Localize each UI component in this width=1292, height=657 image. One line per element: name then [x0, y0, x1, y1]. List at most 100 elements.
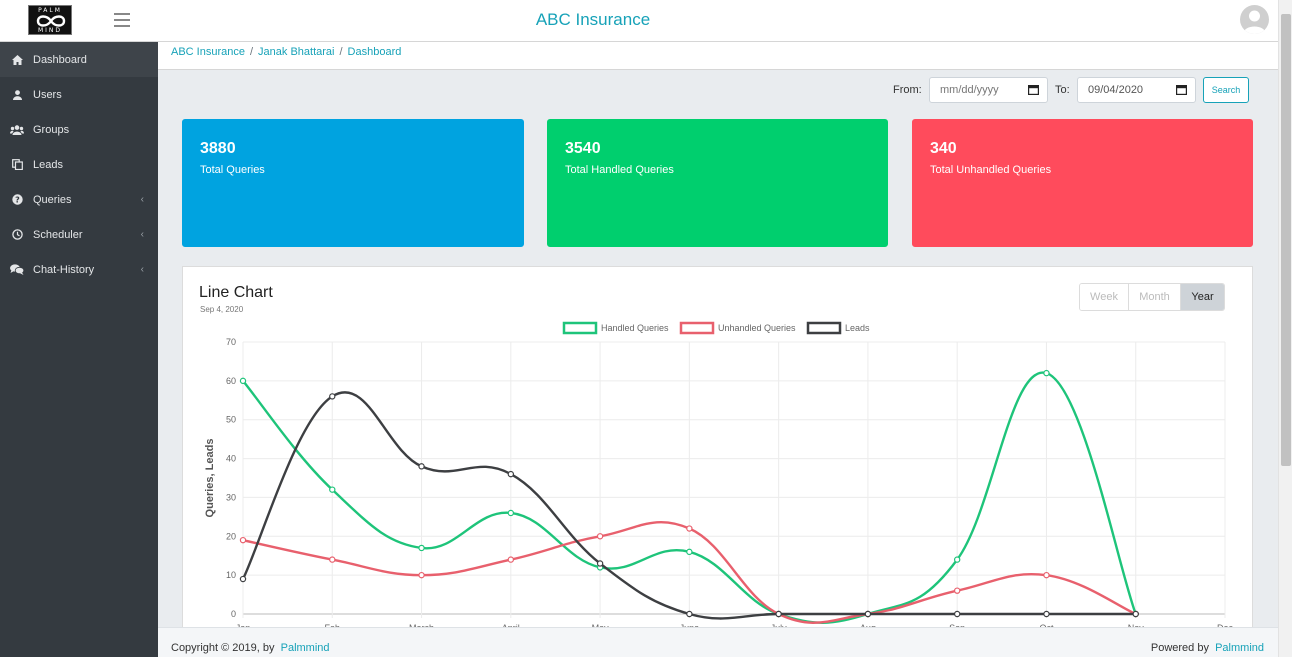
y-tick-label: 0	[231, 609, 236, 619]
sidebar-item-groups[interactable]: Groups	[0, 112, 158, 147]
svg-text:?: ?	[15, 195, 20, 204]
calendar-icon[interactable]	[1028, 84, 1040, 98]
data-point	[507, 556, 515, 563]
line-chart-panel: Line Chart Sep 4, 2020 Week Month Year 0…	[182, 266, 1253, 657]
data-point	[953, 556, 961, 563]
line-chart: 010203040506070JanFebMarchAprilMayJuneJu…	[204, 321, 1233, 633]
data-point	[329, 393, 336, 400]
data-point	[1043, 610, 1050, 618]
data-point	[775, 610, 782, 618]
y-tick-label: 60	[226, 376, 236, 386]
breadcrumb-link-dashboard[interactable]: Dashboard	[348, 46, 402, 58]
copyright-text: Copyright © 2019, by	[171, 642, 275, 654]
from-date-input[interactable]: mm/dd/yyyy	[929, 77, 1048, 103]
data-point	[596, 560, 604, 567]
data-point	[418, 463, 425, 470]
comments-icon	[10, 263, 24, 277]
breadcrumb-separator: /	[249, 46, 254, 58]
home-icon	[10, 53, 24, 67]
legend-label: Leads	[845, 323, 870, 333]
y-axis-label: Queries, Leads	[204, 439, 216, 518]
data-point	[418, 571, 425, 579]
data-point	[686, 525, 693, 532]
footer-powered-link[interactable]: Palmmind	[1215, 642, 1264, 654]
sidebar-item-dashboard[interactable]: Dashboard	[0, 42, 158, 77]
y-tick-label: 30	[226, 492, 236, 502]
data-point	[686, 548, 693, 556]
sidebar: Dashboard Users Groups Leads ? Queries ‹…	[0, 42, 158, 657]
data-point	[1043, 369, 1050, 377]
data-point	[864, 610, 872, 618]
card-value: 340	[930, 140, 957, 157]
unhandled-queries-card: 340 Total Unhandled Queries	[912, 119, 1253, 247]
to-label: To:	[1055, 84, 1070, 96]
footer-company-link[interactable]: Palmmind	[281, 642, 330, 654]
data-point	[239, 377, 247, 385]
data-point	[507, 470, 515, 478]
breadcrumb-separator: /	[339, 46, 343, 58]
users-icon	[10, 123, 24, 137]
app-title: ABC Insurance	[535, 10, 651, 29]
y-tick-label: 10	[226, 570, 236, 580]
user-avatar[interactable]	[1240, 5, 1269, 34]
y-tick-label: 20	[226, 531, 236, 541]
sidebar-item-leads[interactable]: Leads	[0, 147, 158, 182]
data-point	[686, 610, 693, 618]
to-date-input[interactable]: 09/04/2020	[1077, 77, 1196, 103]
sidebar-item-label: Chat-History	[33, 263, 95, 276]
data-point	[329, 556, 336, 563]
data-point	[418, 544, 425, 552]
legend-label: Unhandled Queries	[718, 323, 796, 333]
calendar-icon[interactable]	[1176, 84, 1188, 98]
footer-powered: Powered by Palmmind	[1151, 642, 1264, 654]
user-icon	[10, 88, 24, 102]
handled-queries-card: 3540 Total Handled Queries	[547, 119, 888, 247]
legend-swatch	[562, 321, 598, 335]
legend-swatch	[806, 321, 842, 335]
y-tick-label: 70	[226, 337, 236, 347]
chevron-left-icon: ‹	[140, 229, 144, 240]
sidebar-item-label: Scheduler	[33, 228, 83, 241]
breadcrumb-link-company[interactable]: ABC Insurance	[171, 46, 245, 58]
sidebar-item-label: Leads	[33, 158, 63, 171]
card-label: Total Handled Queries	[565, 164, 674, 176]
sidebar-item-label: Users	[33, 88, 62, 101]
sidebar-item-label: Groups	[33, 123, 70, 136]
sidebar-item-users[interactable]: Users	[0, 77, 158, 112]
data-point	[1043, 571, 1050, 579]
top-navbar: PALM MIND ABC Insurance	[0, 0, 1278, 42]
total-queries-card: 3880 Total Queries	[182, 119, 524, 247]
sidebar-item-queries[interactable]: ? Queries ‹	[0, 182, 158, 217]
card-label: Total Unhandled Queries	[930, 164, 1052, 176]
card-value: 3880	[200, 140, 236, 157]
data-point	[329, 486, 336, 493]
from-label: From:	[893, 84, 922, 96]
data-point	[239, 536, 247, 544]
sidebar-item-label: Dashboard	[33, 53, 87, 66]
breadcrumb: ABC Insurance / Janak Bhattarai / Dashboard	[158, 42, 1278, 70]
legend-swatch	[679, 321, 715, 335]
footer-copyright: Copyright © 2019, by Palmmind	[171, 642, 330, 654]
footer: Copyright © 2019, by Palmmind Powered by…	[158, 627, 1278, 657]
data-point	[596, 533, 604, 540]
sidebar-item-label: Queries	[33, 193, 72, 206]
clock-icon	[10, 228, 24, 242]
card-value: 3540	[565, 140, 601, 157]
question-circle-icon: ?	[10, 193, 24, 207]
user-avatar-icon	[1243, 10, 1266, 34]
card-label: Total Queries	[200, 164, 265, 176]
data-point	[239, 575, 247, 583]
sidebar-item-chat-history[interactable]: Chat-History ‹	[0, 252, 158, 287]
powered-by-text: Powered by	[1150, 642, 1209, 654]
from-date-placeholder: mm/dd/yyyy	[940, 84, 999, 96]
copy-icon	[10, 158, 24, 172]
page-scrollbar[interactable]	[1278, 0, 1292, 657]
scrollbar-thumb[interactable]	[1281, 14, 1291, 466]
data-point	[953, 587, 961, 594]
to-date-value: 09/04/2020	[1088, 84, 1144, 96]
breadcrumb-link-user[interactable]: Janak Bhattarai	[258, 46, 334, 58]
search-button[interactable]: Search	[1203, 77, 1249, 103]
sidebar-item-scheduler[interactable]: Scheduler ‹	[0, 217, 158, 252]
chevron-left-icon: ‹	[140, 264, 144, 275]
chevron-left-icon: ‹	[140, 194, 144, 205]
